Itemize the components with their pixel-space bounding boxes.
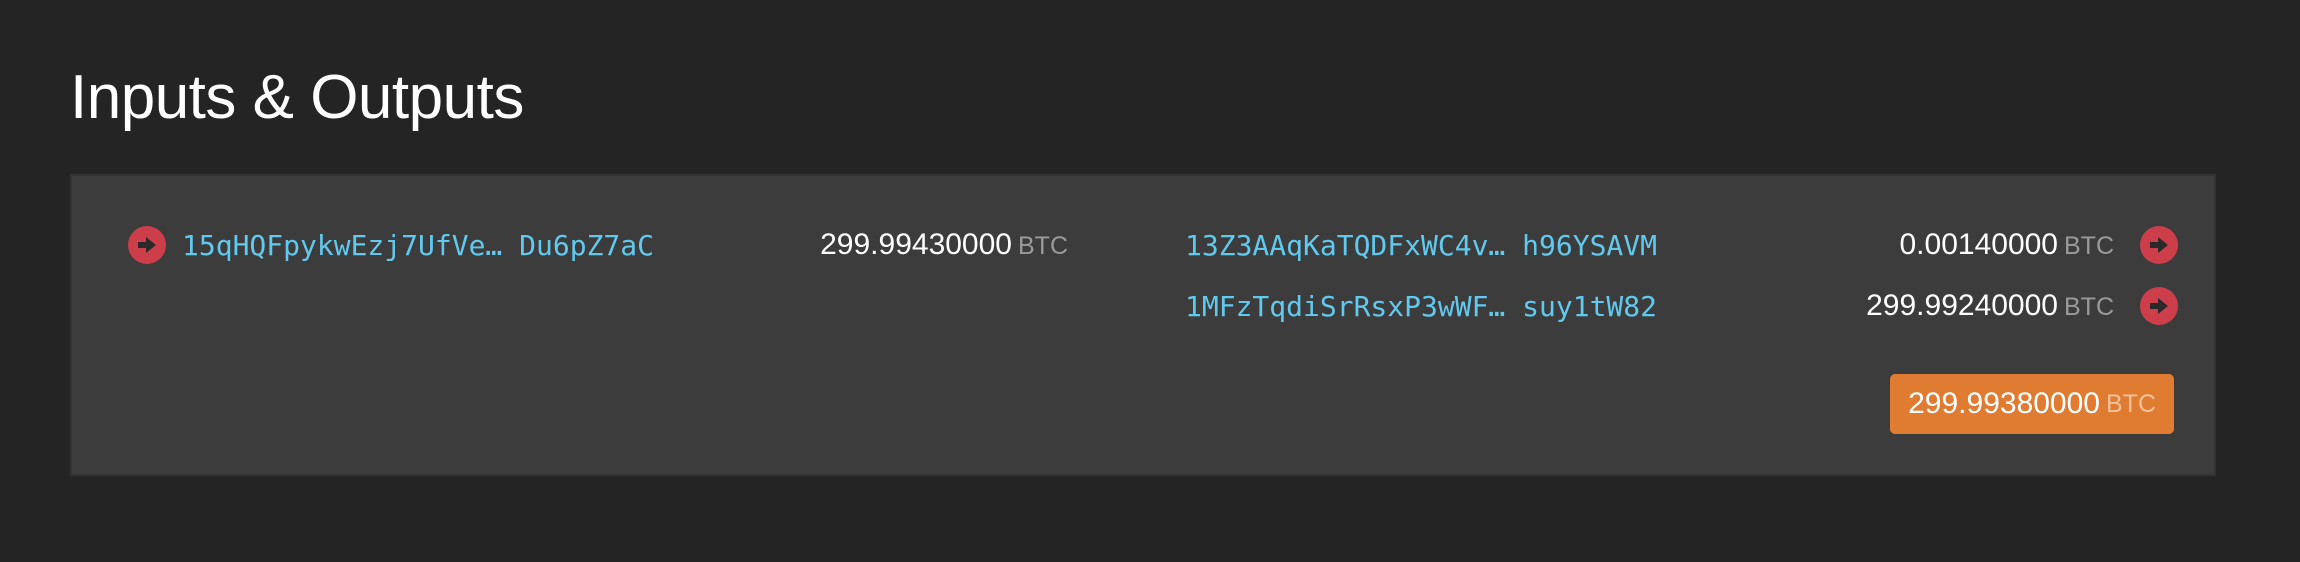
- input-address-link[interactable]: 15qHQFpykwEzj7UfVe… Du6pZ7aC: [182, 229, 654, 262]
- output-amount-value: 299.99240000: [1866, 289, 2058, 322]
- output-address-link[interactable]: 1MFzTqdiSrRsxP3wWF… suy1tW82: [1185, 290, 1657, 323]
- inputs-outputs-panel: 15qHQFpykwEzj7UfVe… Du6pZ7aC 299.9943000…: [70, 174, 2216, 476]
- output-row: 13Z3AAqKaTQDFxWC4v… h96YSAVM 0.00140000 B…: [1185, 220, 2178, 270]
- output-amount: 0.00140000 BTC: [1900, 228, 2115, 262]
- arrow-right-circle-icon[interactable]: [2140, 287, 2178, 325]
- output-amount: 299.99240000 BTC: [1866, 289, 2114, 323]
- output-amount-unit: BTC: [2064, 232, 2114, 260]
- input-row: 15qHQFpykwEzj7UfVe… Du6pZ7aC 299.9943000…: [128, 220, 1068, 270]
- input-amount-value: 299.99430000: [820, 228, 1012, 261]
- total-amount-unit: BTC: [2106, 389, 2156, 418]
- total-amount-badge: 299.99380000 BTC: [1890, 374, 2174, 434]
- input-amount-unit: BTC: [1018, 232, 1068, 260]
- output-row: 1MFzTqdiSrRsxP3wWF… suy1tW82 299.9924000…: [1185, 281, 2178, 331]
- arrow-right-circle-icon: [128, 226, 166, 264]
- total-amount-value: 299.99380000: [1908, 387, 2100, 420]
- output-amount-unit: BTC: [2064, 293, 2114, 321]
- section-title: Inputs & Outputs: [70, 63, 524, 132]
- input-amount: 299.99430000 BTC: [820, 228, 1068, 262]
- output-address-link[interactable]: 13Z3AAqKaTQDFxWC4v… h96YSAVM: [1185, 229, 1657, 262]
- output-amount-value: 0.00140000: [1899, 228, 2059, 261]
- arrow-right-circle-icon[interactable]: [2140, 226, 2178, 264]
